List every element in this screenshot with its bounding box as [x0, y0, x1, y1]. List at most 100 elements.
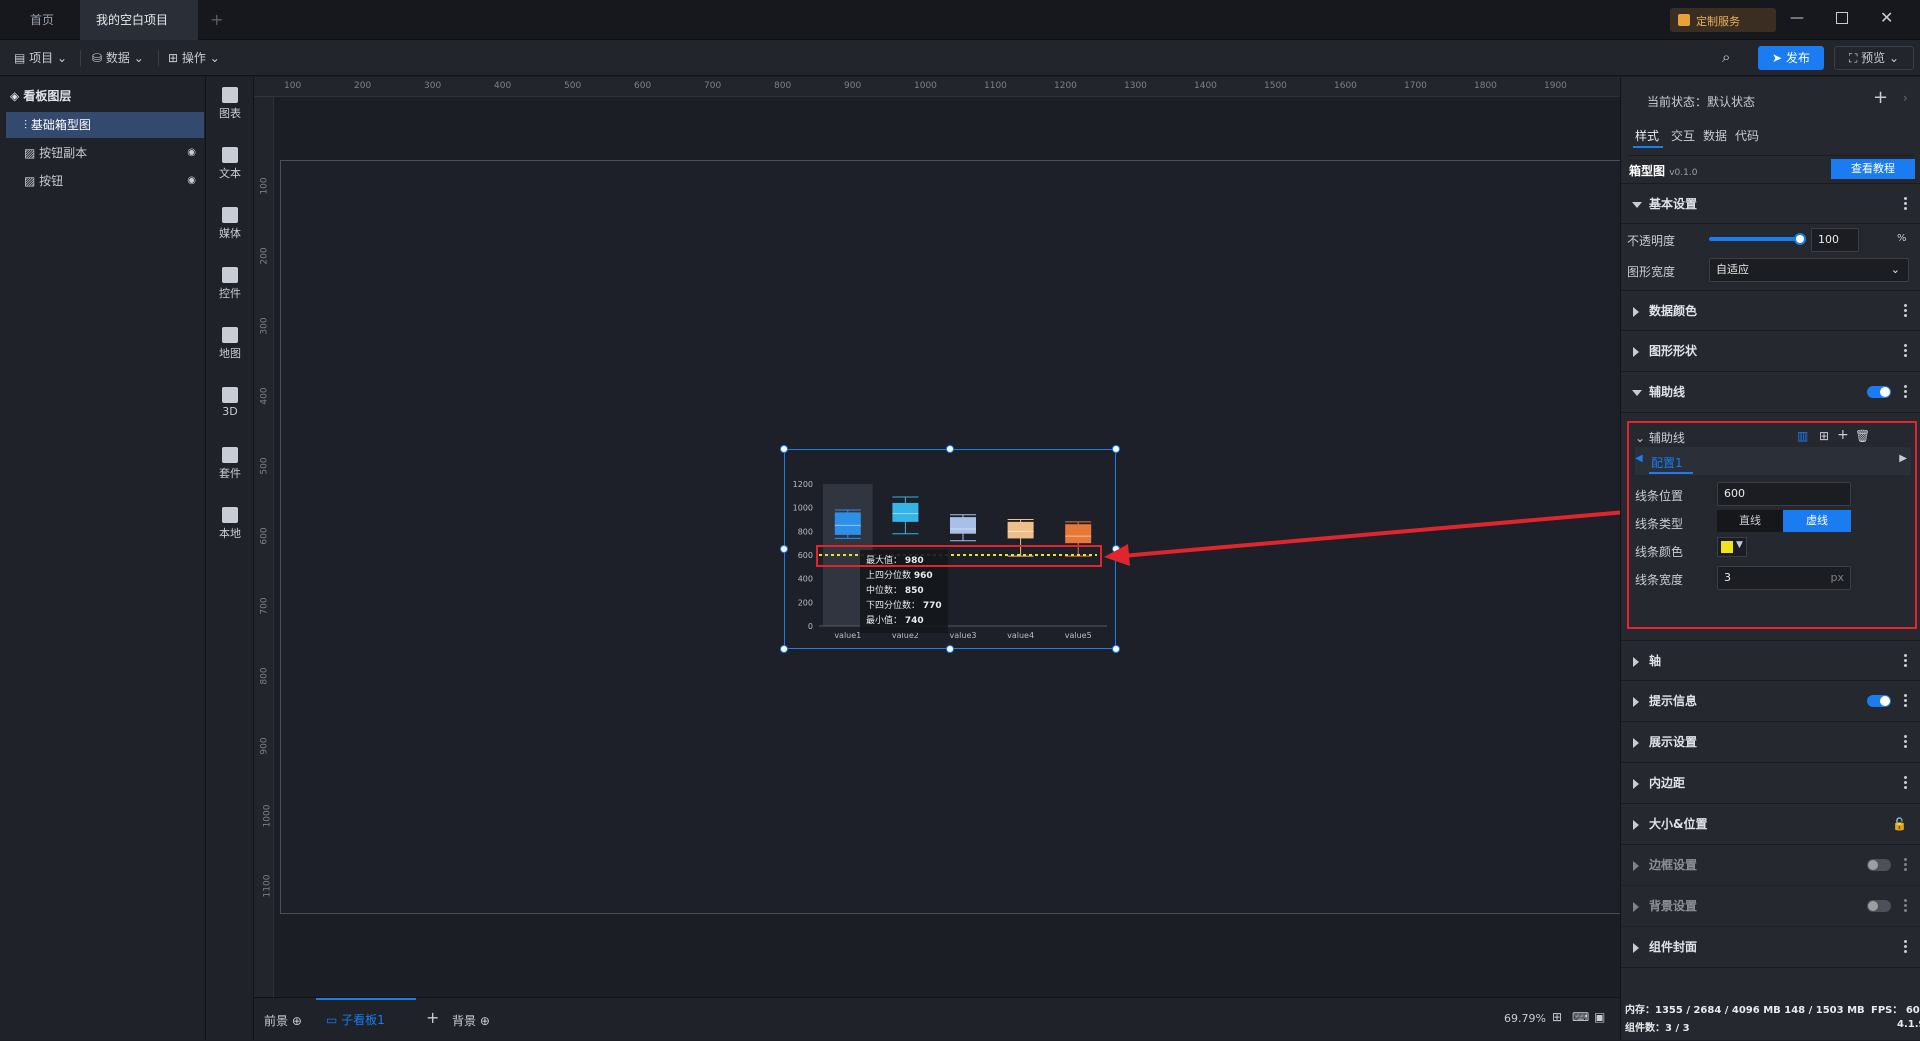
eye-hidden-icon[interactable]: ◉	[187, 168, 196, 194]
tab-home[interactable]: 首页	[14, 0, 70, 40]
background-toggle[interactable]	[1867, 900, 1891, 912]
opacity-slider-handle[interactable]	[1794, 233, 1806, 245]
resize-handle[interactable]	[780, 545, 788, 553]
section-axis[interactable]: 轴	[1621, 640, 1920, 681]
guide-sub-header[interactable]: ⌄ 辅助线	[1635, 429, 1685, 446]
resize-handle[interactable]	[1112, 645, 1120, 653]
section-display[interactable]: 展示设置	[1621, 722, 1920, 763]
more-icon[interactable]	[1904, 344, 1907, 358]
opacity-slider[interactable]	[1709, 237, 1799, 241]
section-padding[interactable]: 内边距	[1621, 763, 1920, 804]
more-icon[interactable]	[1904, 940, 1907, 954]
rail-text[interactable]: 文本	[206, 147, 254, 181]
layer-item-button-copy[interactable]: ▨ 按钮副本 ◉	[6, 140, 204, 166]
keyboard-icon[interactable]: ⌨	[1572, 1010, 1589, 1024]
section-shape[interactable]: 图形形状	[1621, 331, 1920, 372]
section-cover[interactable]: 组件封面	[1621, 927, 1920, 968]
more-icon[interactable]	[1904, 304, 1907, 318]
section-tooltip[interactable]: 提示信息	[1621, 681, 1920, 722]
chevron-right-icon[interactable]: ›	[1903, 91, 1908, 105]
tab-config-1[interactable]: 配置1	[1651, 454, 1683, 471]
box-body	[1007, 521, 1034, 539]
lock-icon[interactable]: 🔓	[1892, 817, 1907, 831]
section-border[interactable]: 边框设置	[1621, 845, 1920, 886]
more-icon[interactable]	[1904, 776, 1907, 790]
search-icon[interactable]: ⌕	[1722, 48, 1730, 66]
fit-icon[interactable]: ⊞	[1552, 1010, 1562, 1024]
more-icon[interactable]	[1904, 735, 1907, 749]
more-icon[interactable]	[1904, 694, 1907, 708]
x-tick-label: value4	[1007, 631, 1034, 640]
caret-left-icon[interactable]: ◀	[1635, 453, 1643, 464]
ruler-tick-label: 300	[259, 317, 270, 335]
ruler-tick-label: 1600	[1334, 81, 1357, 91]
rail-local[interactable]: 本地	[206, 507, 254, 541]
more-icon[interactable]	[1904, 197, 1907, 211]
width-select[interactable]: 自适应 ⌄	[1709, 258, 1909, 282]
tab-project[interactable]: 我的空白项目	[80, 0, 198, 65]
close-icon[interactable]: ✕	[1880, 8, 1893, 27]
tab-interaction[interactable]: 交互	[1671, 127, 1695, 144]
guide-toggle[interactable]	[1867, 386, 1891, 398]
publish-button[interactable]: ➤ 发布	[1758, 46, 1824, 70]
front-layer-tab[interactable]: 前景 ⊕	[264, 1012, 302, 1029]
section-size-position[interactable]: 大小&位置 🔓	[1621, 804, 1920, 845]
add-board-icon[interactable]: +	[426, 1008, 439, 1027]
rail-chart[interactable]: 图表	[206, 87, 254, 121]
layer-item-boxplot[interactable]: ⫶ 基础箱型图	[6, 112, 204, 138]
line-position-label: 线条位置	[1635, 489, 1684, 503]
resize-handle[interactable]	[946, 445, 954, 453]
add-icon[interactable]: +	[1837, 427, 1849, 443]
restore-icon[interactable]	[1836, 12, 1848, 24]
tutorial-button[interactable]: 查看教程	[1831, 159, 1915, 179]
tab-code[interactable]: 代码	[1735, 127, 1759, 144]
project-menu[interactable]: ▤ 项目 ⌄	[14, 40, 67, 76]
subboard-tab[interactable]: ▭ 子看板1	[316, 998, 416, 1041]
console-icon[interactable]: ▣	[1594, 1010, 1605, 1024]
resize-handle[interactable]	[946, 645, 954, 653]
resize-handle[interactable]	[1112, 445, 1120, 453]
custom-service-button[interactable]: 定制服务	[1670, 8, 1776, 32]
zoom-level[interactable]: 69.79%	[1504, 1012, 1546, 1025]
border-toggle[interactable]	[1867, 859, 1891, 871]
section-background[interactable]: 背景设置	[1621, 886, 1920, 927]
more-icon[interactable]	[1904, 385, 1907, 399]
tooltip-toggle[interactable]	[1867, 695, 1891, 707]
resize-handle[interactable]	[780, 445, 788, 453]
line-type-solid[interactable]: 直线	[1717, 510, 1783, 532]
opacity-label: 不透明度	[1627, 234, 1676, 248]
line-position-input[interactable]: 600	[1717, 482, 1851, 506]
tab-data[interactable]: 数据	[1703, 127, 1727, 144]
rail-map[interactable]: 地图	[206, 327, 254, 361]
add-state-icon[interactable]: +	[1873, 87, 1888, 108]
opacity-input[interactable]: 100	[1811, 228, 1859, 252]
line-width-input[interactable]: 3 px	[1717, 566, 1851, 590]
line-color-picker[interactable]: ▼	[1717, 537, 1747, 557]
eye-hidden-icon[interactable]: ◉	[187, 140, 196, 166]
section-data-color[interactable]: 数据颜色	[1621, 290, 1920, 331]
layer-item-button[interactable]: ▨ 按钮 ◉	[6, 168, 204, 194]
minimize-icon[interactable]: —	[1790, 10, 1804, 26]
data-menu[interactable]: ⛁ 数据 ⌄	[92, 40, 144, 76]
more-icon[interactable]	[1904, 858, 1907, 872]
caret-right-icon[interactable]: ▶	[1899, 453, 1907, 464]
more-icon[interactable]	[1904, 654, 1907, 668]
resize-handle[interactable]	[780, 645, 788, 653]
operate-menu[interactable]: ⊞ 操作 ⌄	[168, 40, 220, 76]
new-tab-icon[interactable]: +	[210, 10, 223, 29]
rail-media[interactable]: 媒体	[206, 207, 254, 241]
grid-icon[interactable]: ⊞	[1819, 429, 1829, 443]
y-tick-label: 0	[808, 622, 813, 631]
section-basic[interactable]: 基本设置	[1621, 183, 1920, 224]
more-icon[interactable]	[1904, 899, 1907, 913]
section-guide[interactable]: 辅助线	[1621, 372, 1920, 413]
rail-3d[interactable]: 3D	[206, 387, 254, 418]
background-layer-tab[interactable]: 背景 ⊕	[452, 1012, 490, 1029]
rail-kit[interactable]: 套件	[206, 447, 254, 481]
trash-icon[interactable]: 🗑	[1855, 429, 1870, 443]
layout-icon[interactable]: ▥	[1797, 429, 1808, 443]
rail-control[interactable]: 控件	[206, 267, 254, 301]
tab-style[interactable]: 样式	[1635, 127, 1659, 144]
line-type-dashed[interactable]: 虚线	[1783, 510, 1851, 532]
preview-button[interactable]: ⛶ 预览 ⌄	[1834, 46, 1914, 70]
